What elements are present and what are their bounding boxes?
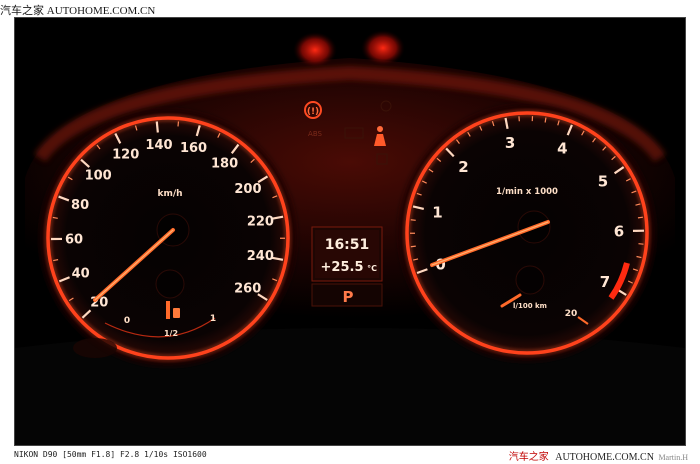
fuel-label-half: 1/2 [164,329,178,338]
consumption-unit: l/100 km [513,302,547,310]
abs-warning-label: ABS [308,130,322,138]
speedometer-label-120: 120 [112,148,139,163]
speedometer-label-100: 100 [85,169,112,184]
tachometer-label-6: 6 [614,222,624,240]
center-display: 16:51 +25.5 °C P [311,226,383,307]
tachometer-label-5: 5 [598,172,608,190]
speedometer-label-80: 80 [71,198,89,213]
speedometer-major-tick [155,121,159,133]
fuel-icon [173,308,180,318]
outside-temperature: +25.5 [321,260,364,275]
gear-indicator: P [343,288,354,306]
temperature-unit: °C [367,264,377,273]
fuel-label-0: 0 [124,316,130,326]
speedometer-label-160: 160 [180,141,207,156]
watermark-brand-cn: 汽车之家 [0,5,44,17]
speedometer-label-40: 40 [72,266,90,281]
tachometer-label-4: 4 [557,139,567,157]
watermark-top: 汽车之家 AUTOHOME.COM.CN [0,2,155,18]
speedometer-label-180: 180 [211,156,238,171]
speedometer-unit: km/h [157,189,182,199]
watermark-bottom-brand-cn: 汽车之家 [508,452,549,463]
tachometer: 0123 4567 1/min x 1000 l/100 km 20 [399,105,655,361]
dashboard-photo: 20 40 60 80 100 120 140 160 180 200 220 240 260 km/h… [14,17,686,446]
tachometer-label-3: 3 [505,134,515,152]
watermark-bottom: 汽车之家 AUTOHOME.COM.CN Martin.H [509,448,688,463]
watermark-bottom-brand-en: AUTOHOME.COM.CN [555,452,654,463]
speedometer-label-200: 200 [234,182,261,197]
tachometer-label-2: 2 [458,158,468,176]
overhead-light-left [293,32,337,68]
photographer-credit: Martin.H [658,453,688,462]
tachometer-unit: 1/min x 1000 [496,187,558,197]
tachometer-label-1: 1 [432,203,442,221]
speedometer-label-260: 260 [234,281,261,296]
speedometer-label-220: 220 [247,214,274,229]
speedometer: 20406080100120140 160180200220240260 km/h… [40,110,296,366]
svg-text:(!): (!) [307,107,319,117]
tachometer-minor-tick [544,117,547,123]
watermark-brand-en: AUTOHOME.COM.CN [46,5,156,17]
clock-time: 16:51 [325,237,370,253]
tachometer-minor-tick [637,216,644,219]
consumption-label-20: 20 [565,309,578,319]
camera-caption: NIKON D90 [50mm F1.8] F2.8 1/10s ISO1600 [14,450,207,459]
fuel-label-1: 1 [210,314,216,324]
tachometer-minor-tick [410,245,416,248]
speedometer-label-140: 140 [145,138,172,153]
dashboard-svg: 20406080100120140 160180200220240260 km/h… [15,18,685,445]
tachometer-minor-tick [410,219,416,221]
speedometer-label-60: 60 [65,232,83,247]
overhead-light-right [361,30,405,66]
tachometer-label-7: 7 [600,273,610,291]
speedometer-label-240: 240 [247,249,274,264]
